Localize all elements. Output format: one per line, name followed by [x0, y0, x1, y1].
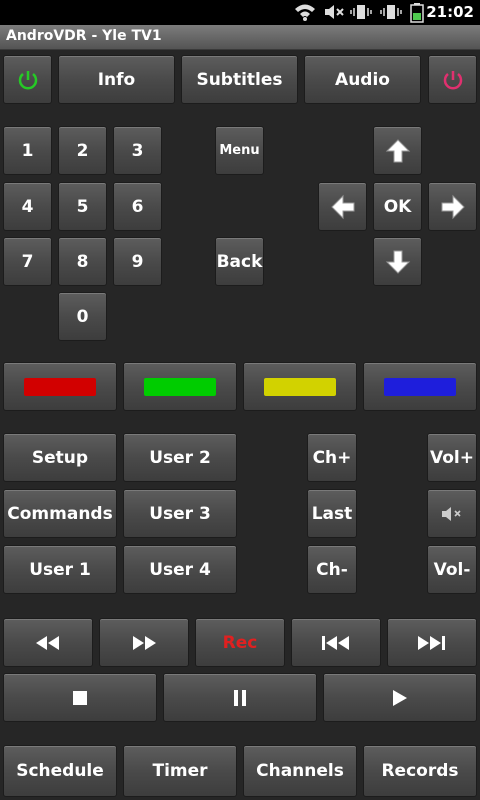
- user4-button[interactable]: User 4: [123, 545, 237, 594]
- arrow-right-icon: [441, 194, 465, 219]
- user1-button[interactable]: User 1: [3, 545, 117, 594]
- pause-icon: [234, 689, 246, 706]
- play-button[interactable]: [323, 673, 477, 722]
- key-3[interactable]: 3: [113, 126, 162, 175]
- green-bar: [144, 377, 216, 396]
- yellow-button[interactable]: [243, 362, 357, 411]
- volume-up-button[interactable]: Vol+: [427, 433, 477, 482]
- setup-button[interactable]: Setup: [3, 433, 117, 482]
- key-4[interactable]: 4: [3, 182, 52, 231]
- skip-back-icon: [322, 635, 349, 650]
- skip-forward-button[interactable]: [387, 618, 477, 667]
- blue-button[interactable]: [363, 362, 477, 411]
- channels-button[interactable]: Channels: [243, 745, 357, 797]
- left-button[interactable]: [318, 182, 367, 231]
- volume-down-button[interactable]: Vol-: [427, 545, 477, 594]
- power-on-icon: [18, 70, 37, 89]
- last-channel-button[interactable]: Last: [307, 489, 357, 538]
- key-0[interactable]: 0: [58, 292, 107, 341]
- arrow-left-icon: [330, 194, 354, 219]
- title-bar: AndroVDR - Yle TV1: [0, 25, 480, 50]
- skip-back-button[interactable]: [291, 618, 381, 667]
- rewind-icon: [36, 635, 59, 650]
- arrow-up-icon: [385, 138, 410, 162]
- app-title: AndroVDR - Yle TV1: [6, 28, 162, 44]
- up-button[interactable]: [373, 126, 422, 175]
- power-off-icon: [443, 70, 462, 89]
- key-6[interactable]: 6: [113, 182, 162, 231]
- stop-button[interactable]: [3, 673, 157, 722]
- stop-icon: [73, 690, 87, 705]
- commands-button[interactable]: Commands: [3, 489, 117, 538]
- play-icon: [393, 689, 407, 706]
- user3-button[interactable]: User 3: [123, 489, 237, 538]
- fast-forward-icon: [133, 635, 156, 650]
- key-9[interactable]: 9: [113, 237, 162, 286]
- info-button[interactable]: Info: [58, 55, 175, 104]
- red-button[interactable]: [3, 362, 117, 411]
- red-bar: [24, 377, 96, 396]
- rewind-button[interactable]: [3, 618, 93, 667]
- key-7[interactable]: 7: [3, 237, 52, 286]
- status-time: 21:02: [426, 3, 474, 21]
- subtitles-button[interactable]: Subtitles: [181, 55, 298, 104]
- mute-icon: [323, 3, 345, 25]
- mute-icon: [442, 506, 461, 521]
- arrow-down-icon: [385, 250, 410, 274]
- fast-forward-button[interactable]: [99, 618, 189, 667]
- green-button[interactable]: [123, 362, 237, 411]
- record-button[interactable]: Rec: [195, 618, 285, 667]
- down-button[interactable]: [373, 237, 422, 286]
- records-button[interactable]: Records: [363, 745, 477, 797]
- battery-icon: [410, 3, 424, 27]
- power-on-button[interactable]: [3, 55, 52, 104]
- vibrate-icon-2: [380, 3, 402, 25]
- blue-bar: [384, 377, 456, 396]
- mute-button[interactable]: [427, 489, 477, 538]
- audio-button[interactable]: Audio: [304, 55, 421, 104]
- power-off-button[interactable]: [428, 55, 477, 104]
- ok-button[interactable]: OK: [373, 182, 422, 231]
- right-button[interactable]: [428, 182, 477, 231]
- schedule-button[interactable]: Schedule: [3, 745, 117, 797]
- key-5[interactable]: 5: [58, 182, 107, 231]
- back-button[interactable]: Back: [215, 237, 264, 286]
- channel-down-button[interactable]: Ch-: [307, 545, 357, 594]
- timer-button[interactable]: Timer: [123, 745, 237, 797]
- yellow-bar: [264, 377, 336, 396]
- key-2[interactable]: 2: [58, 126, 107, 175]
- pause-button[interactable]: [163, 673, 317, 722]
- status-bar: 21:02: [0, 0, 480, 25]
- user2-button[interactable]: User 2: [123, 433, 237, 482]
- key-1[interactable]: 1: [3, 126, 52, 175]
- menu-button[interactable]: Menu: [215, 126, 264, 175]
- channel-up-button[interactable]: Ch+: [307, 433, 357, 482]
- vibrate-icon: [350, 3, 372, 25]
- wifi-icon: [294, 3, 316, 25]
- key-8[interactable]: 8: [58, 237, 107, 286]
- skip-forward-icon: [418, 635, 445, 650]
